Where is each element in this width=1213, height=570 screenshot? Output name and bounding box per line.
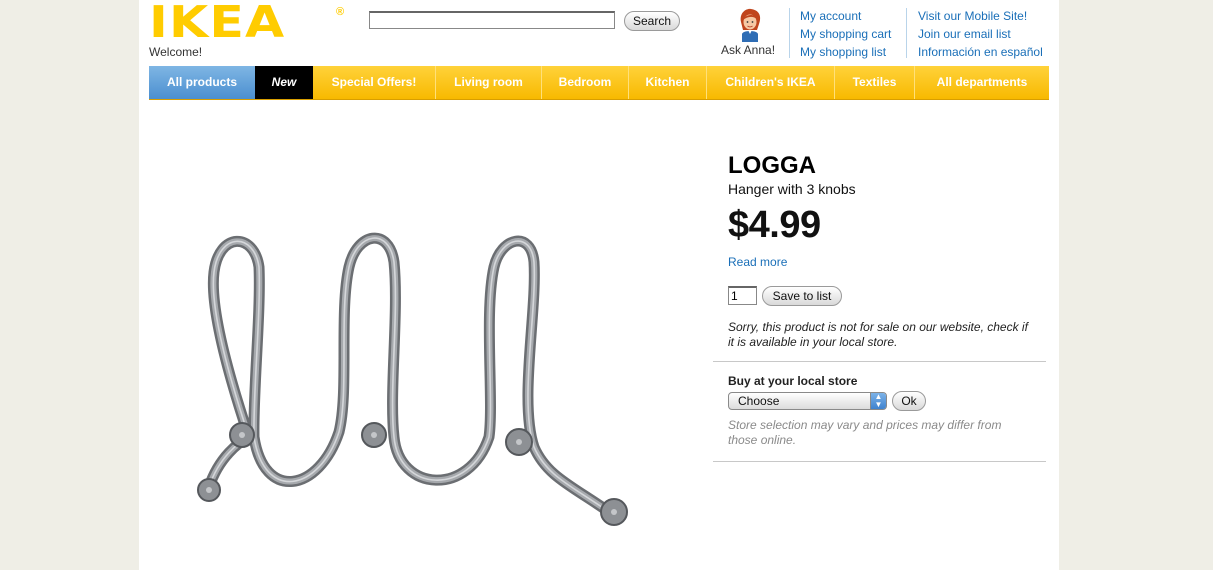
store-select-value: Choose xyxy=(738,394,780,408)
nav-all-products[interactable]: All products xyxy=(149,66,255,99)
registered-mark: ® xyxy=(336,6,345,18)
store-selection-note: Store selection may vary and prices may … xyxy=(728,418,1002,447)
logo-text: IKEA xyxy=(149,0,286,48)
nav-new[interactable]: New xyxy=(255,66,313,99)
product-name: LOGGA xyxy=(728,152,816,179)
save-to-list-button[interactable]: Save to list xyxy=(762,286,842,306)
main-nav: All products New Special Offers! Living … xyxy=(149,66,1049,100)
search-input[interactable] xyxy=(369,11,615,29)
nav-bedroom[interactable]: Bedroom xyxy=(542,66,629,99)
nav-living-room[interactable]: Living room xyxy=(436,66,542,99)
ok-button[interactable]: Ok xyxy=(892,391,926,411)
extra-links: Visit our Mobile Site! Join our email li… xyxy=(918,7,1043,61)
nav-special-offers[interactable]: Special Offers! xyxy=(313,66,436,99)
divider xyxy=(789,8,790,58)
divider xyxy=(713,461,1046,462)
anna-avatar-icon[interactable] xyxy=(737,8,763,42)
search-button[interactable]: Search xyxy=(624,11,680,31)
store-select[interactable]: Choose ▲ ▼ xyxy=(728,392,887,410)
divider xyxy=(906,8,907,58)
product-price: $4.99 xyxy=(728,204,821,246)
account-links: My account My shopping cart My shopping … xyxy=(800,7,891,61)
product-image xyxy=(197,232,628,526)
mobile-site-link[interactable]: Visit our Mobile Site! xyxy=(918,7,1043,25)
email-list-link[interactable]: Join our email list xyxy=(918,25,1043,43)
nav-all-departments[interactable]: All departments xyxy=(915,66,1049,99)
select-arrows-icon: ▲ ▼ xyxy=(870,393,886,409)
page-container: IKEA ® Welcome! Search Ask Anna! My acco… xyxy=(139,0,1059,570)
nav-textiles[interactable]: Textiles xyxy=(835,66,915,99)
local-store-heading: Buy at your local store xyxy=(728,374,858,388)
ikea-logo[interactable]: IKEA ® xyxy=(149,0,345,48)
welcome-text: Welcome! xyxy=(149,45,203,59)
ask-anna-label[interactable]: Ask Anna! xyxy=(721,43,775,57)
spanish-info-link[interactable]: Información en español xyxy=(918,43,1043,61)
product-info: LOGGA Hanger with 3 knobs $4.99 xyxy=(728,152,1058,247)
my-shopping-cart-link[interactable]: My shopping cart xyxy=(800,25,891,43)
quantity-input[interactable] xyxy=(728,286,757,305)
product-description: Hanger with 3 knobs xyxy=(728,181,856,197)
my-account-link[interactable]: My account xyxy=(800,7,891,25)
nav-childrens-ikea[interactable]: Children's IKEA xyxy=(707,66,835,99)
read-more-link[interactable]: Read more xyxy=(728,255,787,269)
nav-kitchen[interactable]: Kitchen xyxy=(629,66,707,99)
divider xyxy=(713,361,1046,362)
not-for-sale-notice: Sorry, this product is not for sale on o… xyxy=(728,320,1028,349)
my-shopping-list-link[interactable]: My shopping list xyxy=(800,43,891,61)
